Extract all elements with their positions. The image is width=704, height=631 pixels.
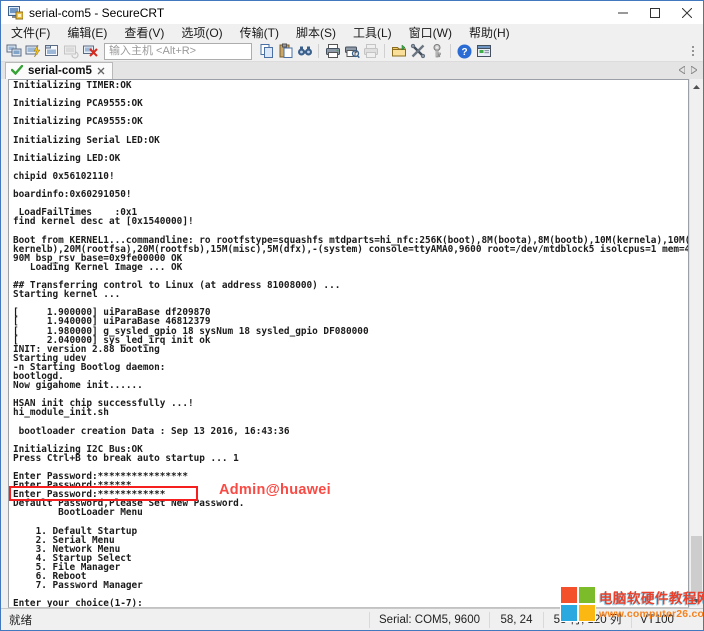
- password-highlight-box: [9, 486, 198, 501]
- help-icon[interactable]: ?: [456, 43, 473, 59]
- status-cursor-position: 58, 24: [489, 612, 543, 628]
- toolbar-separator: [318, 44, 319, 58]
- window-title: serial-com5 - SecureCRT: [29, 6, 164, 20]
- tab-scroll-right-icon[interactable]: [691, 61, 697, 79]
- connect-in-tab-icon[interactable]: [43, 43, 60, 59]
- close-button[interactable]: [671, 1, 703, 24]
- svg-text:?: ?: [461, 47, 467, 58]
- menu-file[interactable]: 文件(F): [11, 24, 50, 41]
- global-options-icon[interactable]: [409, 43, 426, 59]
- watermark-logo-icon: [561, 587, 595, 621]
- menu-transfer[interactable]: 传输(T): [240, 24, 279, 41]
- minimize-button[interactable]: [607, 1, 639, 24]
- toolbar: ?: [1, 41, 703, 62]
- scrollbar-thumb[interactable]: [691, 536, 702, 593]
- site-watermark: 电脑软硬件教程网 www.computer26.com: [561, 587, 704, 621]
- status-ready: 就绪: [1, 612, 369, 628]
- connect-icon[interactable]: [5, 43, 22, 59]
- maximize-button[interactable]: [639, 1, 671, 24]
- print-icon[interactable]: [324, 43, 341, 59]
- tab-scroll-left-icon[interactable]: [679, 61, 685, 79]
- find-icon[interactable]: [296, 43, 313, 59]
- copy-icon[interactable]: [258, 43, 275, 59]
- session-manager-icon[interactable]: [475, 43, 492, 59]
- app-icon: [8, 6, 23, 20]
- toolbar-separator: [384, 44, 385, 58]
- menu-view[interactable]: 查看(V): [124, 24, 164, 41]
- tab-bar: serial-com5: [1, 62, 703, 79]
- disconnect-icon[interactable]: [81, 43, 98, 59]
- reconnect-icon[interactable]: [62, 43, 79, 59]
- host-input[interactable]: [104, 43, 252, 60]
- keymap-icon[interactable]: [428, 43, 445, 59]
- watermark-site-name: 电脑软硬件教程网: [599, 587, 704, 607]
- quick-connect-icon[interactable]: [24, 43, 41, 59]
- menu-bar: 文件(F) 编辑(E) 查看(V) 选项(O) 传输(T) 脚本(S) 工具(L…: [1, 24, 703, 41]
- menu-options[interactable]: 选项(O): [181, 24, 222, 41]
- title-bar: serial-com5 - SecureCRT: [1, 1, 703, 24]
- menu-tools[interactable]: 工具(L): [353, 24, 392, 41]
- password-annotation: Admin@huawei: [219, 482, 331, 498]
- paste-icon[interactable]: [277, 43, 294, 59]
- tab-close-icon[interactable]: [97, 62, 105, 80]
- print-setup-icon[interactable]: [362, 43, 379, 59]
- scroll-up-icon[interactable]: [690, 80, 703, 93]
- terminal-screen[interactable]: Initializing TIMER:OK Initializing PCA95…: [8, 79, 689, 608]
- tab-serial-com5[interactable]: serial-com5: [5, 62, 113, 79]
- status-serial: Serial: COM5, 9600: [369, 612, 489, 628]
- session-options-icon[interactable]: [390, 43, 407, 59]
- terminal-area: Initializing TIMER:OK Initializing PCA95…: [1, 79, 703, 608]
- tab-label: serial-com5: [28, 65, 92, 77]
- menu-help[interactable]: 帮助(H): [469, 24, 510, 41]
- toolbar-separator: [450, 44, 451, 58]
- watermark-site-url: www.computer26.com: [599, 608, 704, 620]
- menu-script[interactable]: 脚本(S): [296, 24, 336, 41]
- menu-edit[interactable]: 编辑(E): [67, 24, 107, 41]
- toolbar-overflow-icon[interactable]: [684, 43, 701, 59]
- menu-window[interactable]: 窗口(W): [409, 24, 452, 41]
- connected-check-icon: [11, 62, 23, 80]
- securecrt-window: serial-com5 - SecureCRT 文件(F) 编辑(E) 查看(V…: [0, 0, 704, 631]
- vertical-scrollbar[interactable]: [689, 79, 702, 608]
- print-preview-icon[interactable]: [343, 43, 360, 59]
- terminal-output: Initializing TIMER:OK Initializing PCA95…: [9, 80, 688, 608]
